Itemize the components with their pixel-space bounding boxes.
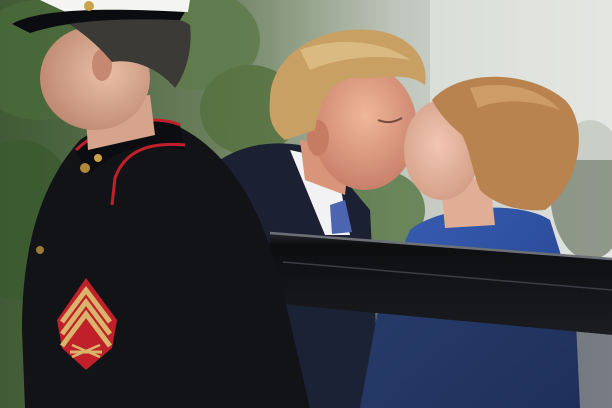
photo-illustration [0,0,612,408]
guard-button [94,154,102,162]
limousine-door [268,231,612,408]
guard-collar-ornament [80,163,90,173]
guard-sleeve-button [36,246,44,254]
photo-scene [0,0,612,408]
cap-emblem [84,1,94,11]
